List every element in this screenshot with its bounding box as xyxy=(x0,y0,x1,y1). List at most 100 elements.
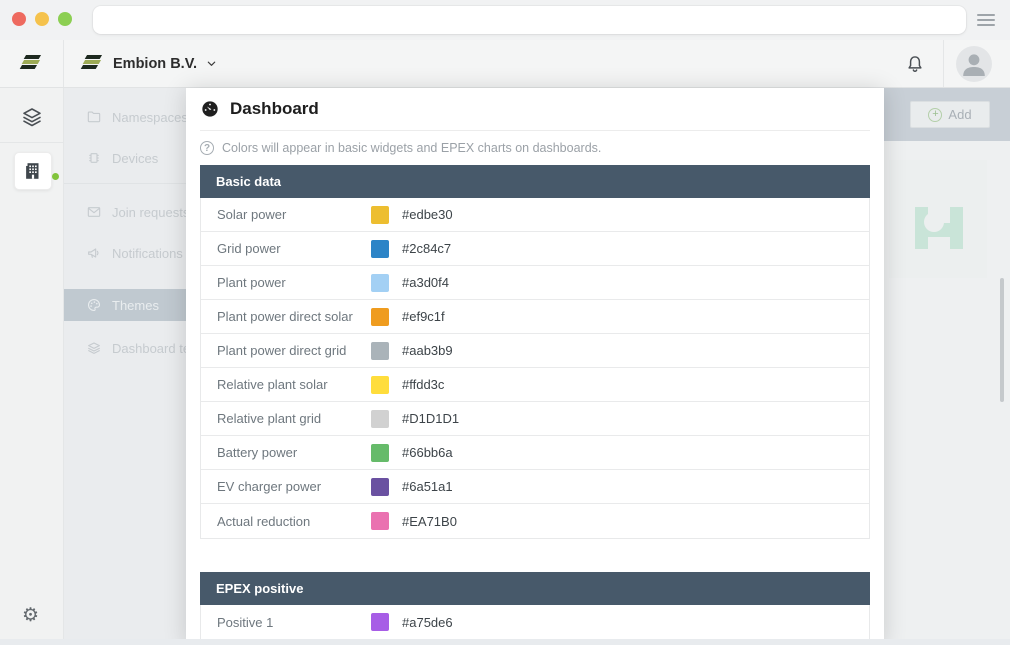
row-label: Grid power xyxy=(217,241,371,256)
row-label: Plant power direct solar xyxy=(217,309,371,324)
color-hex: #ffdd3c xyxy=(402,377,444,392)
color-swatch[interactable] xyxy=(371,342,389,360)
palette-icon xyxy=(86,297,102,313)
plus-circle-icon: + xyxy=(928,108,942,122)
color-hex: #ef9c1f xyxy=(402,309,445,324)
help-circle-icon: ? xyxy=(200,141,214,155)
url-bar[interactable] xyxy=(93,6,966,34)
rail-logo-slot xyxy=(0,40,64,87)
color-swatch[interactable] xyxy=(371,274,389,292)
color-row[interactable]: Plant power direct grid #aab3b9 xyxy=(201,334,869,368)
row-label: EV charger power xyxy=(217,479,371,494)
user-avatar[interactable] xyxy=(956,46,992,82)
section-body: Solar power #edbe30 Grid power #2c84c7 P… xyxy=(200,198,870,539)
chip-icon xyxy=(86,150,102,166)
color-section: EPEX positive Positive 1 #a75de6 xyxy=(200,572,870,640)
close-window-button[interactable] xyxy=(12,12,26,26)
add-button-label: Add xyxy=(948,107,971,122)
sidebar-item-themes[interactable]: Themes xyxy=(64,289,186,321)
color-row[interactable]: Grid power #2c84c7 xyxy=(201,232,869,266)
rail-organization-button[interactable] xyxy=(14,152,52,190)
color-swatch[interactable] xyxy=(371,240,389,258)
browser-chrome xyxy=(0,0,1010,40)
color-hex: #2c84c7 xyxy=(402,241,451,256)
color-swatch[interactable] xyxy=(371,444,389,462)
color-swatch[interactable] xyxy=(371,308,389,326)
sidebar-item-dashboard-templates[interactable]: Dashboard te xyxy=(64,333,186,363)
brand-logo-icon xyxy=(21,55,43,72)
color-swatch[interactable] xyxy=(371,410,389,428)
org-name: Embion B.V. xyxy=(113,56,197,72)
modal-title-row: Dashboard xyxy=(200,88,870,131)
sidebar-divider xyxy=(64,183,186,184)
person-icon xyxy=(956,46,992,82)
gauge-icon xyxy=(200,99,220,119)
h-logo xyxy=(915,207,963,249)
color-row[interactable]: Solar power #edbe30 xyxy=(201,198,869,232)
page-scrollbar[interactable] xyxy=(1000,278,1004,402)
sidebar-item-join-requests[interactable]: Join requests xyxy=(64,197,186,227)
zoom-window-button[interactable] xyxy=(58,12,72,26)
org-switcher[interactable]: Embion B.V. xyxy=(82,40,217,87)
header-divider xyxy=(943,40,944,87)
color-swatch[interactable] xyxy=(371,512,389,530)
color-row[interactable]: Battery power #66bb6a xyxy=(201,436,869,470)
layers-icon xyxy=(20,105,44,129)
color-swatch[interactable] xyxy=(371,613,389,631)
megaphone-icon xyxy=(86,245,102,261)
layers-icon xyxy=(86,340,102,356)
rail-divider xyxy=(0,142,63,143)
gear-icon: ⚙ xyxy=(22,605,39,626)
app-window: Embion B.V. xyxy=(0,0,1010,645)
color-row[interactable]: EV charger power #6a51a1 xyxy=(201,470,869,504)
color-hex: #D1D1D1 xyxy=(402,411,459,426)
color-hex: #66bb6a xyxy=(402,445,453,460)
app-header: Embion B.V. xyxy=(0,40,1010,88)
row-label: Positive 1 xyxy=(217,615,371,630)
color-hex: #6a51a1 xyxy=(402,479,453,494)
theme-preview-card xyxy=(889,160,987,278)
color-swatch[interactable] xyxy=(371,206,389,224)
color-swatch[interactable] xyxy=(371,478,389,496)
modal-description-row: ? Colors will appear in basic widgets an… xyxy=(200,139,870,157)
color-row[interactable]: Plant power direct solar #ef9c1f xyxy=(201,300,869,334)
color-row[interactable]: Relative plant grid #D1D1D1 xyxy=(201,402,869,436)
icon-rail: ⚙ xyxy=(0,88,64,645)
color-hex: #a75de6 xyxy=(402,615,453,630)
settings-sidebar: Namespaces Devices Join requests xyxy=(64,88,186,645)
row-label: Solar power xyxy=(217,207,371,222)
building-icon xyxy=(22,160,44,182)
dashboard-theme-modal: Dashboard ? Colors will appear in basic … xyxy=(186,88,884,645)
row-label: Actual reduction xyxy=(217,514,371,529)
color-row[interactable]: Plant power #a3d0f4 xyxy=(201,266,869,300)
row-label: Relative plant grid xyxy=(217,411,371,426)
sidebar-item-namespaces[interactable]: Namespaces xyxy=(64,102,186,132)
modal-sections: Basic data Solar power #edbe30 Grid powe… xyxy=(200,165,870,640)
row-label: Plant power direct grid xyxy=(217,343,371,358)
sidebar-item-devices[interactable]: Devices xyxy=(64,143,186,173)
settings-gear-button[interactable]: ⚙ xyxy=(22,606,39,625)
brand-logo-icon xyxy=(82,55,104,72)
sidebar-item-notifications[interactable]: Notifications xyxy=(64,238,186,268)
color-row[interactable]: Positive 1 #a75de6 xyxy=(201,605,869,639)
notifications-bell-button[interactable] xyxy=(904,53,926,75)
browser-menu-icon[interactable] xyxy=(977,14,995,26)
modal-description: Colors will appear in basic widgets and … xyxy=(222,141,601,155)
color-row[interactable]: Actual reduction #EA71B0 xyxy=(201,504,869,538)
bell-icon xyxy=(904,53,926,75)
folder-icon xyxy=(86,109,102,125)
section-header: Basic data xyxy=(200,165,870,198)
row-label: Battery power xyxy=(217,445,371,460)
envelope-icon xyxy=(86,204,102,220)
color-row[interactable]: Relative plant solar #ffdd3c xyxy=(201,368,869,402)
rail-namespaces-button[interactable] xyxy=(20,105,44,129)
minimize-window-button[interactable] xyxy=(35,12,49,26)
row-label: Relative plant solar xyxy=(217,377,371,392)
section-body: Positive 1 #a75de6 xyxy=(200,605,870,640)
add-button[interactable]: + Add xyxy=(910,101,990,128)
color-hex: #aab3b9 xyxy=(402,343,453,358)
color-swatch[interactable] xyxy=(371,376,389,394)
color-hex: #edbe30 xyxy=(402,207,453,222)
chevron-down-icon xyxy=(206,58,217,69)
section-header: EPEX positive xyxy=(200,572,870,605)
